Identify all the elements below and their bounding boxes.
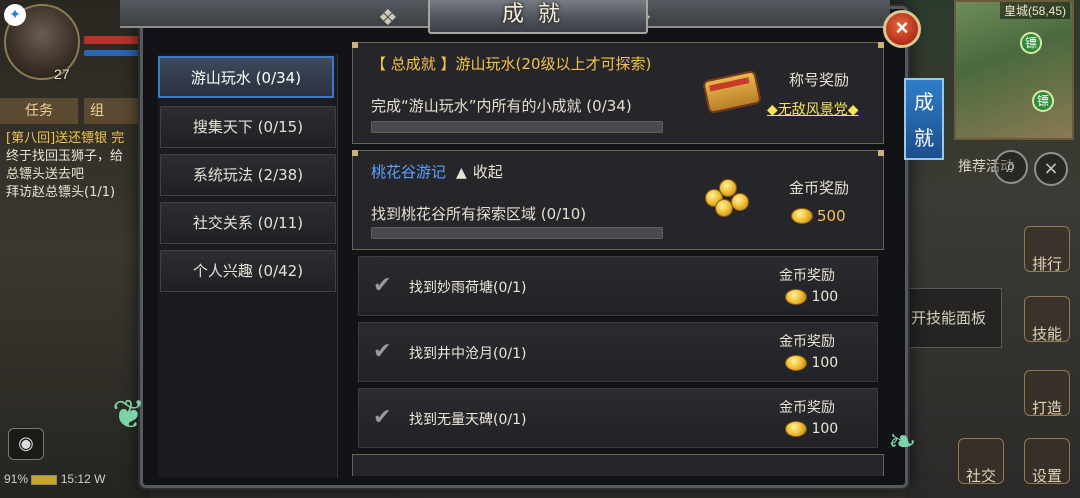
hud-tab-quest[interactable]: 任务 [0,98,78,124]
camera-icon[interactable]: ◉ [8,428,44,460]
total-achievement-progress [371,121,663,133]
quest-line: 终于找回玉狮子，给 [6,149,124,164]
battery-level: 91% [4,472,29,486]
minimap[interactable]: 镖 镖 [954,0,1074,140]
achievement-row[interactable]: ✔ 找到无量天碑(0/1) 金币奖励 100 [358,388,878,448]
total-achievement-card: 【 总成就 】游山玩水(20级以上才可探索) 完成“游山玩水”内所有的小成就 (… [352,42,884,144]
battery-icon [31,474,58,485]
signal-indicator: W [94,472,106,486]
achievement-row[interactable]: ✔ 找到妙雨荷塘(0/1) 金币奖励 100 [358,256,878,316]
collapse-up-icon[interactable]: ▲ [456,165,467,181]
gold-reward: 500 [791,205,846,225]
collapse-toggle[interactable]: 收起 [473,163,503,181]
map-marker[interactable]: 镖 [1020,32,1042,54]
total-achievement-header: 【 总成就 】游山玩水(20级以上才可探索) [371,53,651,74]
category-collection[interactable]: 搜集天下 (0/15) [160,106,336,148]
group-name-link[interactable]: 桃花谷游记 [371,163,446,181]
check-icon: ✔ [373,405,392,430]
panel-title: 成就 [428,0,648,34]
gold-reward-label: 金币奖励 [779,334,835,350]
next-group-card[interactable] [352,454,884,476]
achievement-name: 找到妙雨荷塘(0/1) [409,280,527,296]
status-bar: 91% 15:12 W [4,472,105,486]
close-button[interactable]: × [883,10,921,48]
plant-decoration-icon: ❦ [112,392,146,438]
quest-line: 总镖头送去吧 [6,167,85,182]
title-scroll-icon [702,69,762,115]
category-systems[interactable]: 系统玩法 (2/38) [160,154,336,196]
bird-badge-icon[interactable]: ✦ [4,4,26,26]
group-achievement-header: 桃花谷游记 ▲ 收起 [371,161,503,182]
mp-bar [84,50,140,56]
gold-coin-icon [785,289,807,305]
forge-button[interactable]: 打造 [1024,370,1070,417]
quest-log[interactable]: [第八回]送还镖银 完 终于找回玉狮子，给 总镖头送去吧 拜访赵总镖头(1/1) [6,130,146,202]
map-coordinates: 皇城(58,45) [999,2,1070,19]
gold-reward-value: 100 [811,289,839,305]
gold-coin-icon [785,421,807,437]
social-button[interactable]: 社交 [958,438,1004,485]
close-icon[interactable]: × [1034,152,1068,186]
category-social[interactable]: 社交关系 (0/11) [160,202,336,244]
group-achievement-progress [371,227,663,239]
gold-reward-label: 金币奖励 [789,179,850,197]
achievement-name: 找到无量天碑(0/1) [409,412,527,428]
category-hobbies[interactable]: 个人兴趣 (0/42) [160,250,336,292]
settings-button[interactable]: 设置 [1024,438,1070,485]
achievement-name: 找到井中沧月(0/1) [409,346,527,362]
quest-line: 拜访赵总镖头(1/1) [6,185,116,200]
search-icon[interactable]: ⌕ [994,150,1028,184]
bird-decoration-icon: ❧ [888,422,917,462]
quest-title: [第八回]送还镖银 完 [6,131,125,146]
clock: 15:12 [60,472,91,486]
gold-reward-value: 100 [811,421,839,437]
gold-reward-value: 500 [817,206,846,225]
coin-pile-icon [701,175,759,219]
gold-coin-icon [785,355,807,371]
hp-bar [84,36,140,44]
title-reward-name[interactable]: ◆无敌风景党◆ [767,99,859,119]
total-achievement-title: 游山玩水(20级以上才可探索) [455,55,652,73]
gold-reward: 100 [785,289,838,305]
gold-reward-label: 金币奖励 [779,268,835,284]
player-level: 27 [54,66,70,82]
hud-tab-team[interactable]: 组 [84,98,140,124]
total-achievement-desc: 完成“游山玩水”内所有的小成就 (0/34) [371,97,632,115]
group-achievement-card: 桃花谷游记 ▲ 收起 找到桃花谷所有探索区域 (0/10) 金币奖励 500 [352,150,884,250]
ranking-button[interactable]: 排行 [1024,226,1070,273]
map-marker[interactable]: 镖 [1032,90,1054,112]
gold-coin-icon [791,207,813,224]
ornament-left-icon: ❖ [378,6,398,31]
check-icon: ✔ [373,273,392,298]
achievement-side-tab[interactable]: 成就 [904,78,944,160]
gold-reward-value: 100 [811,355,839,371]
category-sightseeing[interactable]: 游山玩水 (0/34) [158,56,334,98]
gold-reward: 100 [785,355,838,371]
group-achievement-desc: 找到桃花谷所有探索区域 (0/10) [371,205,587,223]
check-icon: ✔ [373,339,392,364]
gold-reward: 100 [785,421,838,437]
gold-reward-label: 金币奖励 [779,400,835,416]
title-reward-label: 称号奖励 [789,71,850,89]
achievement-row[interactable]: ✔ 找到井中沧月(0/1) 金币奖励 100 [358,322,878,382]
skills-button[interactable]: 技能 [1024,296,1070,343]
total-achievement-tag: 【 总成就 】 [371,55,456,73]
